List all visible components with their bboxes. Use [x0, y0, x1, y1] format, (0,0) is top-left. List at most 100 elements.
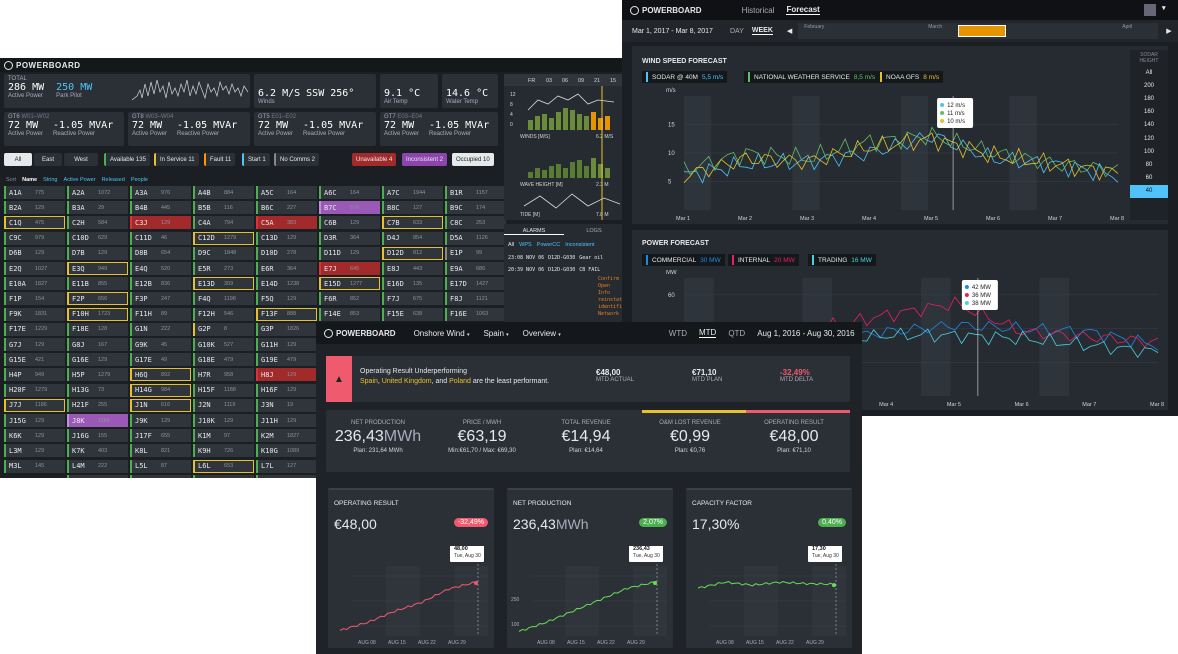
sort-released[interactable]: Released [102, 177, 125, 183]
turbine-cell[interactable]: E4Q 520 [130, 262, 191, 275]
turbine-cell[interactable]: B7C 576 [319, 201, 380, 215]
nav-view[interactable]: Overview ▾ [523, 329, 561, 338]
turbine-cell[interactable]: C9C 979 [4, 231, 65, 245]
legend-item-commercial[interactable]: COMMERCIAL 30 MW [642, 254, 725, 266]
turbine-cell[interactable]: H4P 949 [4, 368, 65, 382]
powerboard-logo[interactable]: POWERBOARD [630, 5, 702, 15]
turbine-cell[interactable]: L4M 222 [67, 459, 128, 473]
turbine-cell[interactable]: B6C 227 [256, 201, 317, 215]
alarms-tab[interactable]: ALARMS [504, 228, 564, 235]
turbine-cell[interactable]: G10K 527 [193, 338, 254, 351]
region-tab-west[interactable]: West [64, 153, 98, 166]
turbine-cell[interactable]: F9K 1831 [4, 307, 65, 321]
metric-card[interactable]: NET PRODUCTION 236,43MWh 2,07% 250 100 AUG 08… [507, 488, 673, 648]
turbine-cell[interactable]: A4B 884 [193, 186, 254, 199]
turbine-cell[interactable]: N2M1827 [256, 474, 317, 478]
chevron-down-icon[interactable]: ▾ [1162, 4, 1166, 12]
turbine-cell[interactable]: M4L222 [67, 474, 128, 478]
turbine-cell[interactable]: H14G 984 [130, 383, 191, 397]
turbine-cell[interactable]: H6Q 892 [130, 368, 191, 382]
legend-item-noaa[interactable]: NOAA GFS 8 m/s [876, 71, 944, 83]
group-gt5[interactable]: GT5 E01–E02 72 MW Active Power -1.05 MVAr R… [254, 112, 376, 146]
turbine-cell[interactable]: A1A 775 [4, 186, 65, 199]
turbine-cell[interactable]: J1N 616 [130, 398, 191, 412]
turbine-cell[interactable]: E7J 645 [319, 262, 380, 275]
turbine-cell[interactable]: F3P 247 [130, 292, 191, 306]
sodar-height-option[interactable]: 40 [1130, 184, 1168, 198]
turbine-cell[interactable]: F6R 852 [319, 292, 380, 306]
turbine-cell[interactable]: H21F 255 [67, 398, 128, 412]
timeline[interactable]: February March April [798, 23, 1159, 39]
avatar[interactable] [1144, 4, 1156, 16]
turbine-cell[interactable]: D8B 654 [130, 246, 191, 260]
air-temp-kpi[interactable]: 9.1 °C Air Temp [380, 74, 438, 108]
filter-unavailable[interactable]: Unavailable 4 [352, 153, 397, 166]
turbine-cell[interactable]: F17E 1229 [4, 322, 65, 336]
turbine-cell[interactable]: N1M1866 [193, 474, 254, 478]
group-gt6[interactable]: GT6 W01–W02 72 MW Active Power -1.05 MVAr R… [4, 112, 124, 146]
turbine-cell[interactable]: F18E 128 [67, 322, 128, 336]
turbine-cell[interactable]: M3L 145 [4, 459, 65, 473]
turbine-cell[interactable]: C6B 129 [319, 216, 380, 230]
turbine-cell[interactable]: H7R 958 [193, 368, 254, 382]
group-gt8[interactable]: GT8 W03–W04 72 MW Active Power -1.05 MVAr R… [128, 112, 250, 146]
alarm-filter-wps[interactable]: WPS [519, 242, 532, 248]
legend-item-trading[interactable]: TRADING 16 MW [808, 254, 876, 266]
filter-start[interactable]: Start 1 [242, 153, 270, 166]
sodar-height-option[interactable]: 160 [1130, 106, 1168, 119]
turbine-cell[interactable]: E11B 855 [67, 277, 128, 291]
turbine-cell[interactable]: D12D 812 [382, 246, 443, 260]
turbine-cell[interactable]: G18E 479 [193, 353, 254, 367]
turbine-cell[interactable]: L6L 653 [193, 459, 254, 473]
kpi-item[interactable]: TOTAL REVENUE €14,94 Plan: €14,64 [534, 420, 638, 454]
region-tab-east[interactable]: East [34, 153, 62, 166]
turbine-cell[interactable]: F8J 1121 [445, 292, 506, 306]
turbine-cell[interactable]: K10G 1089 [256, 444, 317, 458]
powerboard-logo[interactable]: POWERBOARD [4, 60, 81, 70]
turbine-cell[interactable]: J11H 129 [256, 414, 317, 427]
turbine-cell[interactable]: B9C 174 [445, 201, 506, 215]
period-week[interactable]: WEEK [751, 27, 773, 35]
nav-segment[interactable]: Onshore Wind ▾ [414, 329, 470, 338]
turbine-cell[interactable]: C13D 129 [256, 231, 317, 245]
turbine-cell[interactable]: D6B 129 [4, 246, 65, 260]
sodar-height-option[interactable]: All [1130, 66, 1168, 79]
turbine-cell[interactable]: K8L 821 [130, 444, 191, 458]
sodar-height-option[interactable]: 80 [1130, 158, 1168, 171]
turbine-cell[interactable]: E10A 1827 [4, 277, 65, 291]
water-temp-kpi[interactable]: 14.6 °C Water Temp [442, 74, 498, 108]
turbine-cell[interactable]: H8J 129 [256, 368, 317, 382]
turbine-cell[interactable]: G3P 1826 [256, 322, 317, 336]
turbine-cell[interactable]: J7J 1186 [4, 398, 65, 412]
turbine-cell[interactable]: F10H 1723 [67, 307, 128, 321]
filter-no-comms[interactable]: No Comms 2 [274, 153, 320, 166]
timeline-prev-icon[interactable]: ◀ [787, 27, 792, 35]
period-qtd[interactable]: QTD [728, 329, 745, 338]
turbine-cell[interactable]: C10D 629 [67, 231, 128, 245]
turbine-cell[interactable]: B5B 116 [193, 201, 254, 215]
turbine-cell[interactable]: F1P 154 [4, 292, 65, 306]
logs-tab[interactable]: LOGS [564, 228, 624, 234]
filter-fault[interactable]: Fault 11 [204, 153, 236, 166]
turbine-cell[interactable]: J3N 19 [256, 398, 317, 412]
period-wtd[interactable]: WTD [669, 329, 687, 338]
turbine-cell[interactable]: E15D 1277 [319, 277, 380, 291]
turbine-cell[interactable]: E8J 443 [382, 262, 443, 275]
timeline-selection[interactable] [958, 25, 1007, 37]
turbine-cell[interactable]: J9K 129 [130, 414, 191, 427]
turbine-cell[interactable]: F14E 853 [319, 307, 380, 321]
turbine-cell[interactable]: G16E 129 [67, 353, 128, 367]
turbine-cell[interactable]: G15E 421 [4, 353, 65, 367]
filter-inconsistent[interactable]: Inconsistent 2 [402, 153, 448, 166]
turbine-cell[interactable]: G7J 129 [4, 338, 65, 351]
turbine-cell[interactable]: C4A 794 [193, 216, 254, 230]
turbine-cell[interactable]: J10K 129 [193, 414, 254, 427]
alert-banner[interactable]: ▲ Operating Result Underperforming Spain… [326, 356, 850, 402]
turbine-cell[interactable]: J15G 129 [4, 414, 65, 427]
turbine-cell[interactable]: D3R 364 [319, 231, 380, 245]
turbine-cell[interactable]: C8C 253 [445, 216, 506, 230]
turbine-cell[interactable]: A7C 1944 [382, 186, 443, 199]
turbine-cell[interactable]: A3A 976 [130, 186, 191, 199]
turbine-cell[interactable]: F12H 546 [193, 307, 254, 321]
turbine-cell[interactable]: J2N 1119 [193, 398, 254, 412]
